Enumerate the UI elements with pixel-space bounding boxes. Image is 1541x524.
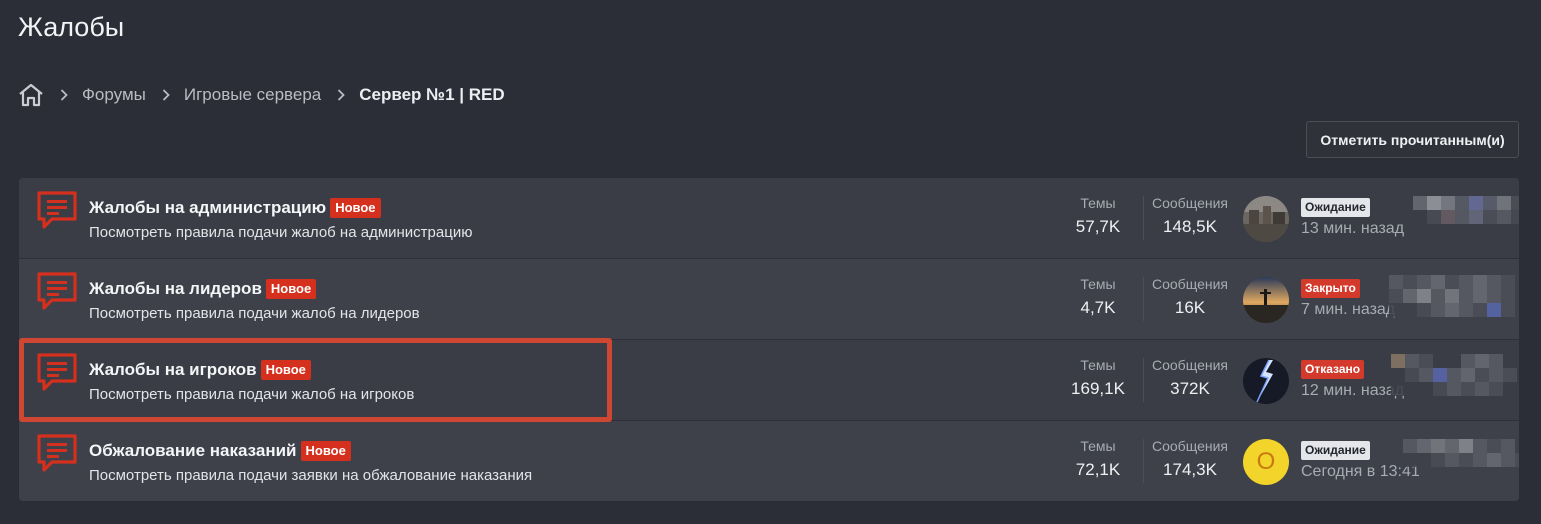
last-post-info: Отказано 12 мин. назад (1301, 358, 1404, 400)
topics-count: 4,7K (1080, 298, 1116, 317)
last-post-time[interactable]: 13 мин. назад (1301, 220, 1404, 238)
avatar-letter: О (1256, 448, 1276, 475)
new-badge: Новое (265, 279, 317, 299)
forum-title[interactable]: Жалобы на игроков (89, 360, 257, 380)
status-badge: Отказано (1301, 359, 1365, 379)
blurred-username (1391, 354, 1517, 396)
forum-row: Жалобы на игроков Новое Посмотреть прави… (19, 339, 1519, 420)
forum-description-link[interactable]: Посмотреть правила подачи жалоб на игрок… (89, 386, 414, 403)
last-post-info: Ожидание Сегодня в 13:41 (1301, 439, 1420, 481)
topics-stat: Темы 57,7K (1059, 195, 1137, 237)
mark-read-button[interactable]: Отметить прочитанным(и) (1306, 121, 1519, 158)
posts-label: Сообщения (1152, 438, 1228, 454)
new-badge: Новое (260, 360, 311, 380)
chevron-right-icon (337, 89, 346, 101)
new-badge: Новое (330, 198, 381, 218)
chat-bubble-icon (37, 272, 77, 310)
home-icon[interactable] (18, 82, 44, 108)
stat-divider (1143, 277, 1144, 321)
posts-label: Сообщения (1152, 195, 1228, 211)
posts-stat: Сообщения 16K (1146, 276, 1234, 318)
stat-divider (1143, 358, 1144, 402)
topics-count: 57,7K (1075, 217, 1121, 236)
chevron-right-icon (162, 89, 170, 101)
stat-divider (1143, 196, 1144, 240)
posts-count: 174,3K (1163, 460, 1217, 479)
topics-label: Темы (1080, 276, 1116, 292)
last-post-time[interactable]: 12 мин. назад (1301, 382, 1404, 400)
blurred-username (1389, 275, 1515, 317)
posts-label: Сообщения (1152, 357, 1228, 373)
topics-label: Темы (1080, 195, 1116, 211)
forum-description-link[interactable]: Посмотреть правила подачи жалоб на лидер… (89, 305, 420, 322)
blurred-username (1399, 196, 1519, 224)
posts-count: 16K (1174, 298, 1206, 317)
status-badge: Ожидание (1301, 440, 1370, 460)
posts-count: 372K (1170, 379, 1210, 398)
forum-row: Обжалование наказаний Новое Посмотреть п… (19, 420, 1519, 501)
status-badge: Ожидание (1301, 197, 1370, 217)
last-post-info: Ожидание 13 мин. назад (1301, 196, 1404, 238)
posts-stat: Сообщения 372K (1146, 357, 1234, 399)
last-post-info: Закрыто 7 мин. назад (1301, 277, 1395, 319)
breadcrumb: Форумы Игровые сервера Сервер №1 | RED (18, 80, 505, 110)
chat-bubble-icon (37, 191, 77, 229)
posts-label: Сообщения (1152, 276, 1228, 292)
page-title: Жалобы (18, 12, 125, 42)
topics-stat: Темы 169,1K (1059, 357, 1137, 399)
last-post-time[interactable]: 7 мин. назад (1301, 301, 1395, 319)
posts-count: 148,5K (1163, 217, 1217, 236)
forum-row: Жалобы на лидеров Новое Посмотреть прави… (19, 258, 1519, 339)
chevron-right-icon (60, 89, 68, 101)
breadcrumb-current: Сервер №1 | RED (359, 85, 505, 104)
chat-bubble-icon (37, 434, 77, 472)
avatar[interactable] (1243, 277, 1289, 323)
forum-description-link[interactable]: Посмотреть правила подачи жалоб на админ… (89, 224, 472, 241)
chat-bubble-icon (37, 353, 77, 391)
topics-label: Темы (1080, 438, 1116, 454)
forum-list: Жалобы на администрацию Новое Посмотреть… (19, 178, 1519, 501)
posts-stat: Сообщения 174,3K (1146, 438, 1234, 480)
topics-stat: Темы 4,7K (1059, 276, 1137, 318)
forum-title[interactable]: Жалобы на лидеров (89, 279, 262, 299)
topics-count: 169,1K (1071, 379, 1125, 398)
last-post-time[interactable]: Сегодня в 13:41 (1301, 463, 1420, 481)
breadcrumb-forums[interactable]: Форумы (82, 85, 146, 105)
avatar[interactable]: О (1243, 439, 1289, 485)
avatar[interactable] (1243, 358, 1289, 404)
forum-title[interactable]: Обжалование наказаний (89, 441, 297, 461)
topics-count: 72,1K (1075, 460, 1121, 479)
posts-stat: Сообщения 148,5K (1146, 195, 1234, 237)
topics-label: Темы (1080, 357, 1116, 373)
avatar[interactable] (1243, 196, 1289, 242)
blurred-username (1403, 439, 1519, 467)
forum-title[interactable]: Жалобы на администрацию (89, 198, 326, 218)
forum-row: Жалобы на администрацию Новое Посмотреть… (19, 178, 1519, 258)
stat-divider (1143, 439, 1144, 483)
breadcrumb-game-servers[interactable]: Игровые сервера (184, 85, 321, 105)
topics-stat: Темы 72,1K (1059, 438, 1137, 480)
new-badge: Новое (300, 441, 351, 461)
forum-description-link[interactable]: Посмотреть правила подачи заявки на обжа… (89, 467, 532, 484)
status-badge: Закрыто (1301, 278, 1360, 298)
